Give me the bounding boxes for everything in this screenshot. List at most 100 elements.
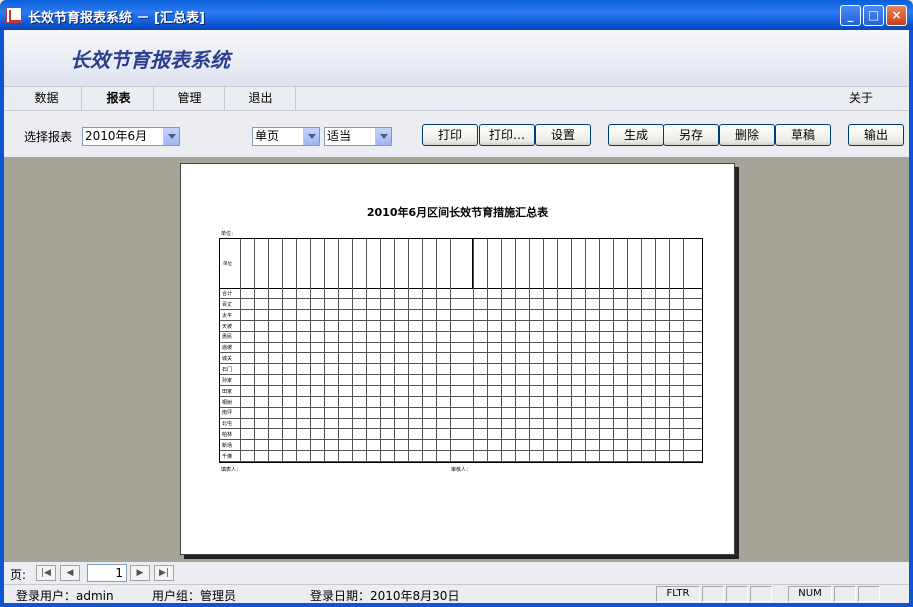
table-row: 孙家 [220,376,702,386]
app-icon [6,7,22,23]
maximize-button[interactable]: □ [863,5,884,26]
table-column-line [571,239,572,462]
menu-report[interactable]: 报表 [84,87,154,110]
report-table: 单位 合计 百丈太平天坡惠民庙坡城关石门孙家田家桐树南坪北屯柏林新场千佛 [219,238,703,463]
table-row: 石门 [220,365,702,376]
status-user: 登录用户：admin [16,589,114,603]
menu-about[interactable]: 关于 [826,87,896,110]
table-row: 太平 [220,311,702,321]
table-column-line [366,239,367,462]
table-row: 天坡 [220,322,702,332]
table-column-line [436,239,437,462]
table-row: 庙坡 [220,343,702,354]
row-label: 惠民 [222,334,233,341]
table-row: 千佛 [220,452,702,462]
last-page-icon[interactable]: ▶| [154,565,174,581]
menu-data[interactable]: 数据 [12,87,82,110]
row-label: 田家 [222,388,233,395]
report-select-value: 2010年6月 [85,129,148,143]
draft-button[interactable]: 草稿 [775,124,831,146]
window-title: 长效节育报表系统 － [汇总表] [28,11,205,26]
chevron-down-icon[interactable] [375,128,391,145]
row-label: 太平 [222,312,233,319]
table-row: 田家 [220,387,702,397]
next-page-icon[interactable]: ▶ [130,565,150,581]
generate-button[interactable]: 生成 [608,124,664,146]
print-button[interactable]: 打印 [422,124,478,146]
row-label: 石门 [222,366,233,373]
table-column-line [627,239,628,462]
row-label-header: 单位 [223,262,232,267]
close-button[interactable]: × [886,5,907,26]
zoom-select[interactable]: 适当 [324,127,392,146]
report-page: 2010年6月区间长效节育措施汇总表 单位： 单位 合计 百丈太平天坡惠民庙坡城关… [180,163,735,555]
prev-page-icon[interactable]: ◀ [60,565,80,581]
table-column-line [641,239,642,462]
table-row: 百丈 [220,300,702,311]
report-preview-area[interactable]: 2010年6月区间长效节育措施汇总表 单位： 单位 合计 百丈太平天坡惠民庙坡城关… [4,157,909,562]
table-column-line [450,239,451,462]
table-column-line [529,239,530,462]
print-dialog-button[interactable]: 打印… [479,124,535,146]
status-slot-5 [858,586,880,602]
table-row: 合计 [220,289,702,300]
table-body: 合计 百丈太平天坡惠民庙坡城关石门孙家田家桐树南坪北屯柏林新场千佛 [220,289,702,463]
row-label: 柏林 [222,432,233,439]
status-bar: 登录用户：admin 用户组：管理员 登录日期：2010年8月30日 FLTR … [4,584,909,603]
table-column-line [240,239,241,462]
settings-button[interactable]: 设置 [535,124,591,146]
table-column-line [669,239,670,462]
row-label: 城关 [222,356,233,363]
zoom-value: 适当 [327,129,352,143]
report-title: 2010年6月区间长效节育措施汇总表 [366,206,549,219]
table-row: 新场 [220,441,702,452]
report-unit: 单位： [221,231,237,237]
table-column-line [599,239,600,462]
chevron-down-icon[interactable] [163,128,179,145]
export-button[interactable]: 输出 [848,124,904,146]
delete-button[interactable]: 删除 [719,124,775,146]
table-column-line [683,239,684,462]
table-column-line [585,239,586,462]
first-page-icon[interactable]: |◀ [36,565,56,581]
table-row: 城关 [220,354,702,365]
status-slot-1 [702,586,724,602]
table-column-line [408,239,409,462]
table-row: 南坪 [220,408,702,419]
status-num: NUM [788,586,832,602]
save-as-button[interactable]: 另存 [663,124,719,146]
table-column-line [380,239,381,462]
table-column-line [613,239,614,462]
table-column-line [310,239,311,462]
row-label: 南坪 [222,410,233,417]
status-fltr: FLTR [656,586,700,602]
report-select[interactable]: 2010年6月 [82,127,180,146]
app-title: 长效节育报表系统 [70,48,230,72]
table-row: 北屯 [220,419,702,430]
table-row: 柏林 [220,430,702,441]
row-label: 百丈 [222,301,233,308]
page-number-input[interactable]: 1 [87,564,127,582]
row-label: 新场 [222,442,233,449]
toolbar: 选择报表 2010年6月 单页 适当 打印 打印… 设置 生成 另存 删除 草稿… [4,111,909,157]
table-header: 单位 [220,239,702,289]
minimize-button[interactable]: _ [840,5,861,26]
status-slot-2 [726,586,748,602]
status-group: 用户组：管理员 [152,589,237,603]
row-label: 庙坡 [222,345,233,352]
status-slot-3 [750,586,772,602]
reviewer-label: 审核人： [451,467,472,473]
page-label: 页: [10,568,27,582]
row-label: 桐树 [222,399,233,406]
page-mode-select[interactable]: 单页 [252,127,320,146]
row-label: 北屯 [222,421,233,428]
menu-manage[interactable]: 管理 [155,87,225,110]
title-bar: 长效节育报表系统 － [汇总表] _ □ × [0,0,913,30]
menu-exit[interactable]: 退出 [226,87,296,110]
chevron-down-icon[interactable] [303,128,319,145]
table-column-line [352,239,353,462]
table-column-line [557,239,558,462]
table-column-line [394,239,395,462]
table-row: 桐树 [220,398,702,408]
table-column-line [515,239,516,462]
